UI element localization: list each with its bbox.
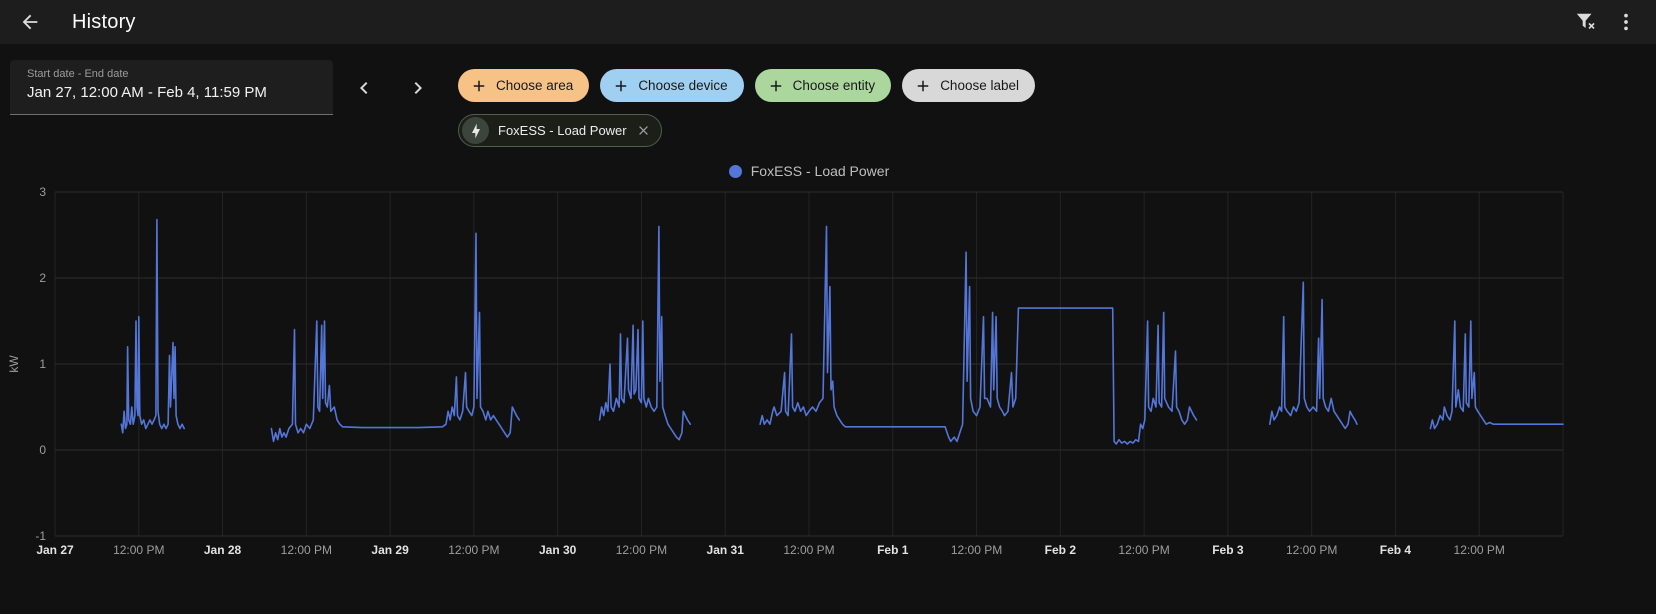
- history-chart-svg: -1 0 1 2 3 Jan 27 12:00 PM Jan 28 12:00 PM Jan 29…: [7, 186, 1564, 557]
- arrow-left-icon: [22, 14, 38, 30]
- next-period-button[interactable]: [396, 66, 440, 110]
- remove-entity-button[interactable]: [636, 123, 651, 138]
- svg-text:Feb 4: Feb 4: [1380, 543, 1412, 557]
- overflow-menu-button[interactable]: [1606, 2, 1646, 42]
- svg-text:12:00 PM: 12:00 PM: [783, 543, 834, 557]
- prev-period-button[interactable]: [342, 66, 386, 110]
- choose-area-chip[interactable]: Choose area: [458, 69, 590, 102]
- svg-text:Feb 3: Feb 3: [1212, 543, 1244, 557]
- filter-remove-icon: [1576, 13, 1595, 30]
- chip-label: Choose label: [940, 78, 1019, 93]
- app-header: History: [0, 0, 1656, 44]
- page-title: History: [72, 10, 136, 33]
- svg-text:12:00 PM: 12:00 PM: [1454, 543, 1505, 557]
- svg-text:Jan 31: Jan 31: [707, 543, 745, 557]
- svg-text:3: 3: [39, 186, 46, 199]
- svg-text:Jan 27: Jan 27: [36, 543, 74, 557]
- back-button[interactable]: [10, 2, 50, 42]
- chevron-left-icon: [360, 82, 368, 94]
- choose-label-chip[interactable]: Choose label: [902, 69, 1035, 102]
- svg-text:1: 1: [39, 357, 46, 371]
- svg-text:12:00 PM: 12:00 PM: [1286, 543, 1337, 557]
- date-range-picker[interactable]: Start date - End date Jan 27, 12:00 AM -…: [10, 60, 333, 115]
- svg-text:Jan 28: Jan 28: [204, 543, 242, 557]
- svg-text:12:00 PM: 12:00 PM: [1118, 543, 1169, 557]
- choose-device-chip[interactable]: Choose device: [600, 69, 744, 102]
- plus-icon: [473, 80, 485, 91]
- svg-text:12:00 PM: 12:00 PM: [951, 543, 1002, 557]
- svg-text:12:00 PM: 12:00 PM: [616, 543, 667, 557]
- kebab-menu-icon: [1624, 13, 1628, 31]
- plus-icon: [616, 80, 627, 91]
- plus-icon: [770, 80, 781, 91]
- selected-entity-label: FoxESS - Load Power: [498, 123, 627, 138]
- remove-filters-button[interactable]: [1566, 2, 1606, 42]
- filter-chips-row: Choose area Choose device Choose entity …: [458, 69, 1035, 102]
- svg-text:kW: kW: [7, 355, 21, 373]
- chevron-right-icon: [414, 82, 422, 94]
- svg-text:0: 0: [39, 443, 46, 457]
- legend-label: FoxESS - Load Power: [750, 163, 890, 179]
- svg-text:Feb 2: Feb 2: [1045, 543, 1077, 557]
- selected-entity-chip[interactable]: FoxESS - Load Power: [458, 114, 662, 147]
- svg-text:Feb 1: Feb 1: [877, 543, 909, 557]
- chip-label: Choose area: [496, 78, 574, 93]
- selected-entities-row: FoxESS - Load Power: [458, 114, 662, 147]
- history-chart[interactable]: -1 0 1 2 3 Jan 27 12:00 PM Jan 28 12:00 PM Jan 29…: [0, 186, 1656, 578]
- svg-text:12:00 PM: 12:00 PM: [113, 543, 164, 557]
- svg-text:12:00 PM: 12:00 PM: [281, 543, 332, 557]
- svg-text:Jan 30: Jan 30: [539, 543, 577, 557]
- date-range-value: Jan 27, 12:00 AM - Feb 4, 11:59 PM: [27, 84, 267, 101]
- chart-legend[interactable]: FoxESS - Load Power: [55, 160, 1563, 182]
- history-page: History Start date - End date Jan 27, 12…: [0, 0, 1656, 614]
- chip-label: Choose device: [638, 78, 728, 93]
- choose-entity-chip[interactable]: Choose entity: [754, 69, 892, 102]
- date-range-label: Start date - End date: [27, 68, 129, 80]
- svg-text:Jan 29: Jan 29: [371, 543, 409, 557]
- plus-icon: [917, 80, 929, 91]
- close-icon: [638, 126, 648, 135]
- svg-text:-1: -1: [35, 529, 46, 543]
- svg-text:2: 2: [39, 271, 46, 285]
- chip-label: Choose entity: [792, 78, 876, 93]
- legend-dot: [728, 164, 742, 178]
- svg-text:12:00 PM: 12:00 PM: [448, 543, 499, 557]
- lightning-bolt-icon: [462, 117, 489, 144]
